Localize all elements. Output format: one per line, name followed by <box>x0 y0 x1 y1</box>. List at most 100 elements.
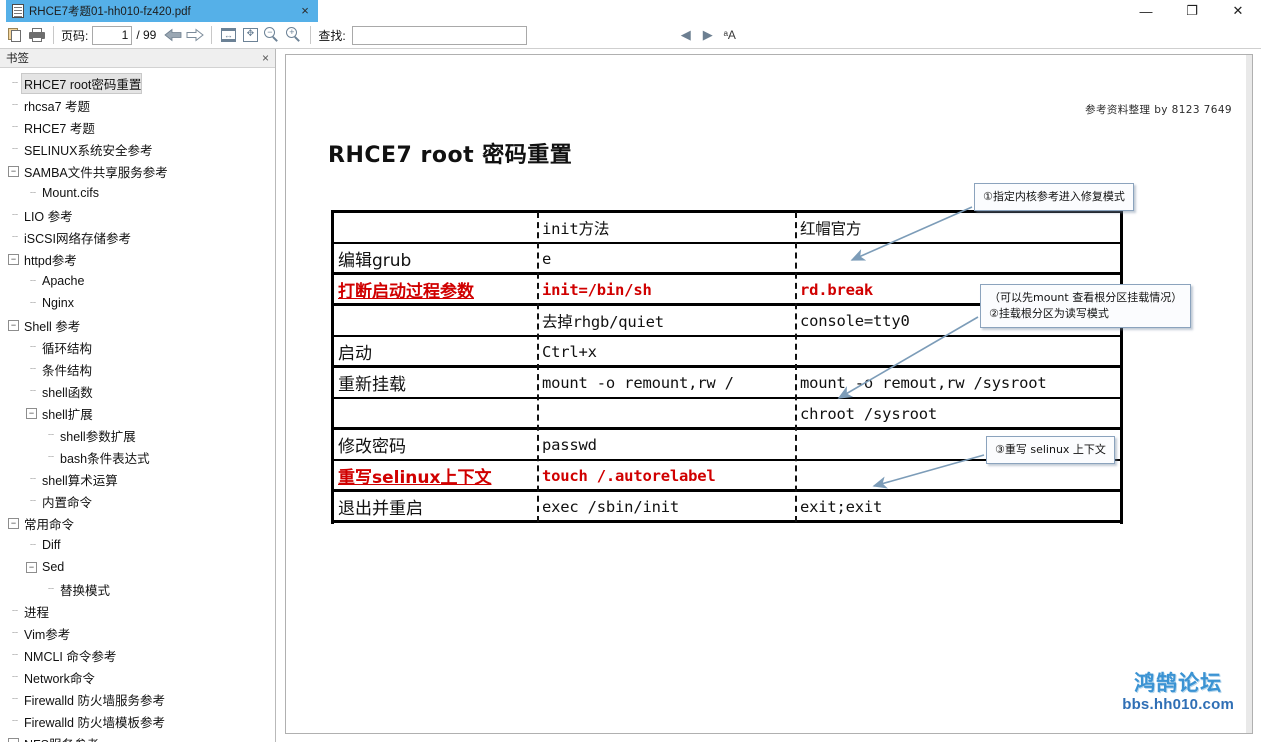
fit-width-button[interactable] <box>217 24 239 46</box>
copy-button[interactable] <box>4 24 26 46</box>
watermark-url: bbs.hh010.com <box>1122 696 1234 713</box>
bookmark-item-27[interactable]: ┄ Network命令 <box>0 666 275 688</box>
bookmark-item-7[interactable]: ┄ iSCSI网络存储参考 <box>0 226 275 248</box>
tree-connector-icon: ┄ <box>47 451 55 463</box>
bookmark-expand-toggle-icon[interactable]: − <box>8 165 19 177</box>
table-horizontal-rule <box>334 272 1120 275</box>
bookmark-item-13[interactable]: ┄ 条件结构 <box>0 358 275 380</box>
previous-page-button[interactable] <box>162 24 184 46</box>
bookmark-item-2[interactable]: ┄ RHCE7 考题 <box>0 116 275 138</box>
bookmark-label: iSCSI网络存储参考 <box>24 231 131 246</box>
bookmark-item-8[interactable]: − httpd参考 <box>0 248 275 270</box>
document-tab[interactable]: RHCE7考题01-hh010-fz420.pdf × <box>6 0 318 22</box>
minimize-button[interactable]: — <box>1123 0 1169 22</box>
table-cell: exec /sbin/init <box>542 497 679 516</box>
toolbar-separator-1 <box>53 26 54 44</box>
next-page-button[interactable] <box>184 24 206 46</box>
bookmark-expand-toggle-icon[interactable]: − <box>26 407 37 419</box>
bookmark-item-26[interactable]: ┄ NMCLI 命令参考 <box>0 644 275 666</box>
bookmark-item-12[interactable]: ┄ 循环结构 <box>0 336 275 358</box>
table-cell: chroot /sysroot <box>800 404 937 423</box>
close-window-button[interactable]: ✕ <box>1215 0 1261 22</box>
bookmark-label: shell参数扩展 <box>60 429 136 444</box>
callout-annotation-1: ①指定内核参考进入修复模式 <box>974 183 1134 211</box>
bookmark-label: Firewalld 防火墙服务参考 <box>24 693 165 708</box>
bookmark-item-29[interactable]: ┄ Firewalld 防火墙模板参考 <box>0 710 275 732</box>
document-viewer[interactable]: 参考资料整理 by 8123 7649 RHCE7 root 密码重置 init… <box>277 49 1261 742</box>
bookmark-item-17[interactable]: ┄ bash条件表达式 <box>0 446 275 468</box>
tree-connector-icon: ┄ <box>11 209 19 221</box>
bookmark-item-20[interactable]: − 常用命令 <box>0 512 275 534</box>
search-input[interactable] <box>351 25 527 45</box>
bookmark-item-24[interactable]: ┄ 进程 <box>0 600 275 622</box>
table-column-separator-1 <box>537 212 539 522</box>
fit-page-button[interactable] <box>239 24 261 46</box>
bookmark-item-0[interactable]: ┄ RHCE7 root密码重置 <box>0 72 275 94</box>
table-cell: touch /.autorelabel <box>542 466 716 485</box>
bookmark-label: shell扩展 <box>42 407 93 422</box>
bookmark-item-23[interactable]: ┄ 替换模式 <box>0 578 275 600</box>
tree-connector-icon: ┄ <box>29 341 37 353</box>
tree-connector-icon: ┄ <box>11 143 19 155</box>
bookmark-item-30[interactable]: −NFS服务参考 <box>0 732 275 742</box>
bookmark-item-22[interactable]: − Sed <box>0 556 275 578</box>
title-bar: RHCE7考题01-hh010-fz420.pdf × — ❐ ✕ <box>0 0 1261 22</box>
bookmark-item-6[interactable]: ┄ LIO 参考 <box>0 204 275 226</box>
bookmark-item-28[interactable]: ┄ Firewalld 防火墙服务参考 <box>0 688 275 710</box>
tree-connector-icon: ┄ <box>11 121 19 133</box>
print-button[interactable] <box>26 24 48 46</box>
bookmark-item-10[interactable]: ┄ Nginx <box>0 292 275 314</box>
bookmark-item-5[interactable]: ┄ Mount.cifs <box>0 182 275 204</box>
close-tab-icon[interactable]: × <box>298 4 312 18</box>
toolbar: 页码: 1 / 99 − + <box>0 22 1261 49</box>
bookmark-item-18[interactable]: ┄ shell算术运算 <box>0 468 275 490</box>
bookmark-expand-toggle-icon[interactable]: − <box>8 517 19 529</box>
page-number-input[interactable]: 1 <box>92 25 133 45</box>
arrow-left-icon <box>164 28 182 42</box>
bookmark-expand-toggle-icon[interactable]: − <box>8 319 19 331</box>
table-row: 退出并重启 exec /sbin/init exit;exit <box>334 491 1120 522</box>
bookmark-label: 条件结构 <box>42 363 93 378</box>
bookmark-label: NMCLI 命令参考 <box>24 649 117 664</box>
tree-connector-icon: ┄ <box>29 385 37 397</box>
password-reset-table: init方法 红帽官方 编辑grub e 打断启动过程参数 init=/bin/sh rd.… <box>331 210 1123 524</box>
find-next-button[interactable]: ▶ <box>697 24 719 46</box>
match-case-button[interactable]: ᵃA <box>719 24 741 46</box>
tree-connector-icon: ┄ <box>47 583 55 595</box>
page-number-label: 页码: <box>61 28 89 43</box>
bookmark-item-14[interactable]: ┄ shell函数 <box>0 380 275 402</box>
bookmark-item-3[interactable]: ┄ SELINUX系统安全参考 <box>0 138 275 160</box>
maximize-button[interactable]: ❐ <box>1169 0 1215 22</box>
bookmark-item-15[interactable]: − shell扩展 <box>0 402 275 424</box>
bookmarks-title: 书签 <box>6 53 29 65</box>
tree-connector-icon: ┄ <box>29 363 37 375</box>
bookmark-expand-toggle-icon[interactable]: − <box>26 561 37 573</box>
table-cell <box>795 243 1120 274</box>
bookmark-item-19[interactable]: ┄ 内置命令 <box>0 490 275 512</box>
table-row: 编辑grub e <box>334 243 1120 274</box>
bookmark-label: NFS服务参考 <box>22 734 99 742</box>
bookmark-item-11[interactable]: − Shell 参考 <box>0 314 275 336</box>
zoom-in-button[interactable]: + <box>283 24 305 46</box>
bookmark-item-9[interactable]: ┄ Apache <box>0 270 275 292</box>
zoom-out-button[interactable]: − <box>261 24 283 46</box>
table-cell: 编辑grub <box>338 251 412 271</box>
table-horizontal-rule <box>334 489 1120 492</box>
close-sidebar-icon[interactable]: × <box>262 51 269 65</box>
pdf-page: 参考资料整理 by 8123 7649 RHCE7 root 密码重置 init… <box>285 54 1253 734</box>
bookmark-item-16[interactable]: ┄ shell参数扩展 <box>0 424 275 446</box>
table-cell: init方法 <box>542 219 610 238</box>
tree-connector-icon: ┄ <box>29 495 37 507</box>
find-previous-button[interactable]: ◀ <box>675 24 697 46</box>
bookmark-expand-toggle-icon[interactable]: − <box>8 253 19 265</box>
tree-connector-icon: ┄ <box>11 627 19 639</box>
bookmark-item-21[interactable]: ┄ Diff <box>0 534 275 556</box>
table-cell: 重新挂载 <box>338 375 406 395</box>
toolbar-separator-2 <box>211 26 213 44</box>
bookmark-item-4[interactable]: − SAMBA文件共享服务参考 <box>0 160 275 182</box>
bookmark-expand-toggle-icon[interactable]: − <box>8 737 19 742</box>
tree-connector-icon: ┄ <box>11 649 19 661</box>
bookmark-item-1[interactable]: ┄ rhcsa7 考题 <box>0 94 275 116</box>
bookmark-label: Vim参考 <box>24 627 71 642</box>
bookmark-item-25[interactable]: ┄ Vim参考 <box>0 622 275 644</box>
